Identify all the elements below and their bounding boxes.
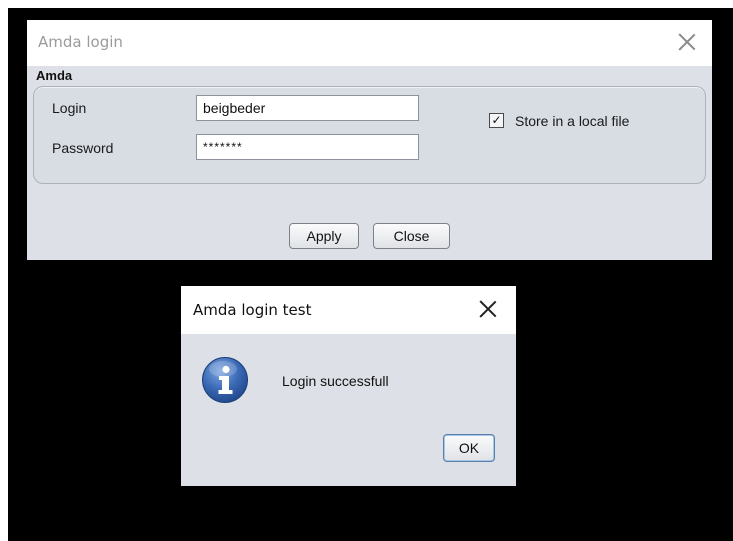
login-dialog-title: Amda login (38, 33, 123, 51)
message-dialog-titlebar[interactable]: Amda login test (181, 286, 516, 334)
group-title: Amda (36, 68, 73, 83)
message-text: Login successfull (282, 373, 389, 389)
store-local-checkbox[interactable]: ✓ (489, 113, 504, 128)
close-icon[interactable] (678, 33, 696, 51)
apply-button[interactable]: Apply (289, 223, 359, 249)
password-label: Password (52, 140, 114, 156)
info-icon (202, 357, 248, 403)
password-input[interactable]: ******* (196, 134, 419, 160)
login-dialog-titlebar[interactable]: Amda login (27, 20, 712, 66)
message-dialog: Amda login test Login successfull OK (181, 286, 516, 486)
store-local-label[interactable]: Store in a local file (515, 113, 629, 129)
close-icon[interactable] (479, 300, 497, 318)
login-label: Login (52, 100, 87, 116)
checkmark-icon: ✓ (491, 113, 502, 127)
close-button[interactable]: Close (373, 223, 450, 249)
login-input[interactable]: beigbeder (196, 95, 419, 121)
message-dialog-title: Amda login test (193, 301, 312, 319)
ok-button[interactable]: OK (443, 434, 495, 462)
login-dialog: Amda login Amda Login beigbeder Password… (27, 20, 712, 260)
